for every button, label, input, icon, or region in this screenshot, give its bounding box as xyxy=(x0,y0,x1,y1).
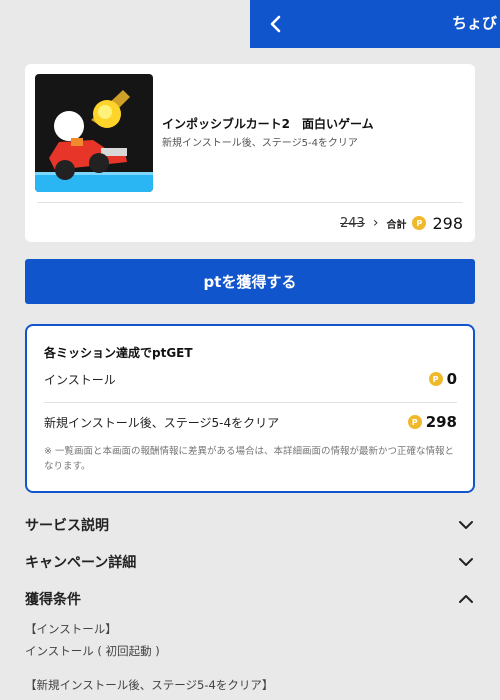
mission-points: P 298 xyxy=(407,413,457,431)
mission-points-value: 0 xyxy=(446,370,457,388)
coin-icon: P xyxy=(428,372,443,386)
mission-label: インストール xyxy=(44,372,116,387)
mission-row: インストール P 0 xyxy=(44,370,457,388)
accordion-label: サービス説明 xyxy=(25,518,109,534)
mission-note: ※ 一覧画面と本画面の報酬情報に差異がある場合は、本詳細画面の情報が最新かつ正確… xyxy=(44,446,454,472)
header-bar: ちょび xyxy=(250,0,500,48)
chevron-down-icon xyxy=(459,558,473,566)
total-points: 298 xyxy=(432,213,463,233)
arrow-icon: › xyxy=(372,215,379,231)
get-points-button[interactable]: ptを獲得する xyxy=(25,259,475,304)
accordion-conditions[interactable]: 獲得条件 xyxy=(25,588,475,610)
accordion-campaign[interactable]: キャンペーン詳細 xyxy=(25,551,475,573)
mission-heading: 各ミッション達成でptGET xyxy=(44,346,193,360)
accordion-label: キャンペーン詳細 xyxy=(25,555,137,571)
mission-box: 各ミッション達成でptGET インストール P 0 新規インストール後、ステージ… xyxy=(25,324,475,493)
mission-points-value: 298 xyxy=(425,413,457,431)
mission-points: P 0 xyxy=(428,370,457,388)
chevron-down-icon xyxy=(459,521,473,529)
condition-text: インストール ( 初回起動 ) xyxy=(25,644,160,658)
card-divider xyxy=(37,202,463,203)
mission-label: 新規インストール後、ステージ5-4をクリア xyxy=(44,415,280,430)
total-label: 合計 xyxy=(386,219,407,231)
price-row: 243 › 合計 P 298 xyxy=(340,212,463,234)
condition-heading: 【インストール】 xyxy=(25,622,117,636)
app-title: インポッシブルカート2 面白いゲーム xyxy=(162,117,374,131)
coin-icon: P xyxy=(412,216,427,230)
back-chevron-icon[interactable] xyxy=(264,10,288,38)
coin-icon: P xyxy=(407,415,422,429)
old-points: 243 xyxy=(340,215,365,231)
app-card: インポッシブルカート2 面白いゲーム 新規インストール後、ステージ5-4をクリア… xyxy=(25,64,475,242)
accordion-label: 獲得条件 xyxy=(25,592,81,608)
header-title: ちょび xyxy=(452,14,498,32)
condition-heading: 【新規インストール後、ステージ5-4をクリア】 xyxy=(25,678,274,692)
mission-row: 新規インストール後、ステージ5-4をクリア P 298 xyxy=(44,413,457,431)
accordion-service[interactable]: サービス説明 xyxy=(25,514,475,536)
chevron-up-icon xyxy=(459,595,473,603)
app-subtitle: 新規インストール後、ステージ5-4をクリア xyxy=(162,138,358,149)
app-thumbnail xyxy=(35,74,153,192)
mission-divider xyxy=(44,402,457,403)
